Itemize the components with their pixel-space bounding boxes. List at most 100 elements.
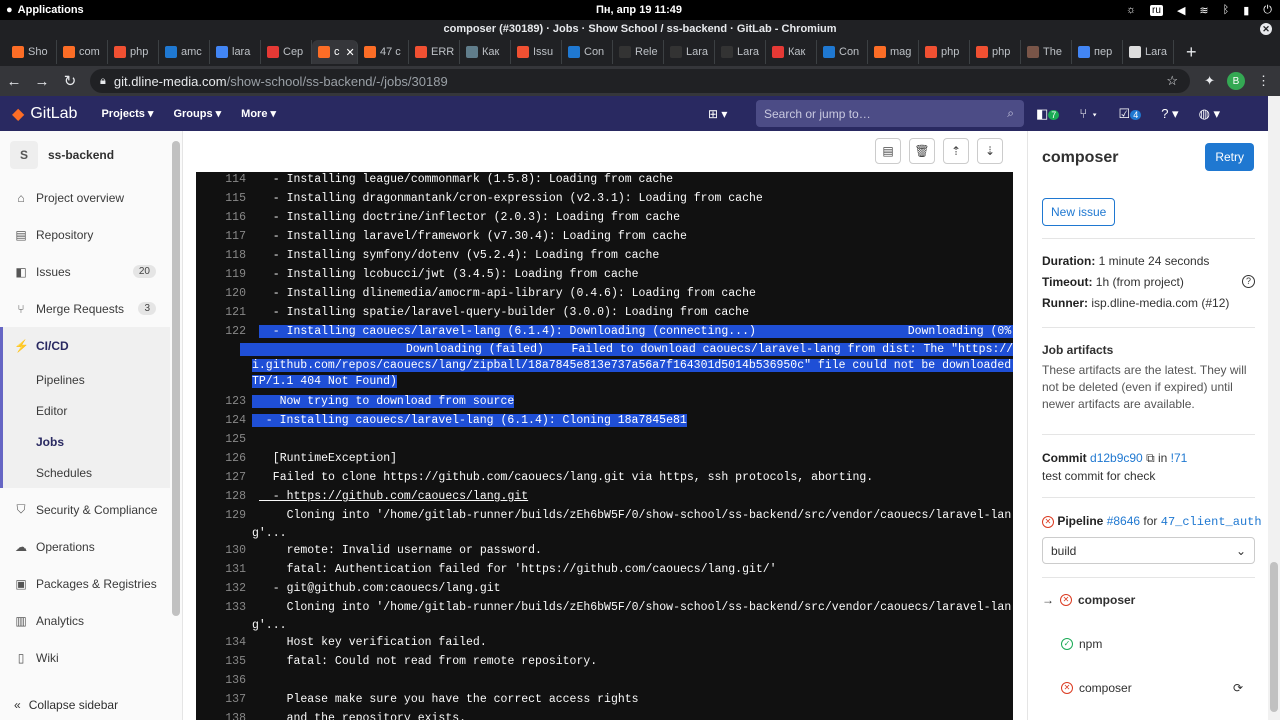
tab-label: c: [334, 46, 340, 58]
browser-tab[interactable]: php: [970, 40, 1021, 64]
pipeline-link[interactable]: #8646: [1107, 514, 1140, 528]
browser-tab[interactable]: Con: [817, 40, 868, 64]
new-issue-button[interactable]: New issue: [1042, 198, 1116, 226]
profile-avatar[interactable]: B: [1227, 72, 1245, 90]
job-item[interactable]: ✕ composer ⟳: [1042, 681, 1255, 695]
browser-tab[interactable]: lara: [210, 40, 261, 64]
browser-tab[interactable]: Issu: [511, 40, 562, 64]
sidebar-item-operations[interactable]: ☁ Operations: [0, 528, 170, 565]
projects-menu[interactable]: Projects ▾: [101, 107, 153, 120]
browser-tab[interactable]: The: [1021, 40, 1072, 64]
browser-tab[interactable]: Con: [562, 40, 613, 64]
job-log[interactable]: 114 - Installing league/commonmark (1.5.…: [196, 172, 1013, 720]
job-item[interactable]: ✓ npm: [1042, 637, 1255, 651]
browser-tab[interactable]: mag: [868, 40, 919, 64]
browser-tab[interactable]: Sho: [6, 40, 57, 64]
sidebar-item-label: Issues: [36, 264, 71, 279]
commit-sha-link[interactable]: d12b9c90: [1090, 451, 1143, 465]
keyboard-layout[interactable]: ru: [1150, 4, 1163, 16]
forward-icon[interactable]: →: [28, 73, 56, 90]
sidebar-item-repository[interactable]: ▤ Repository: [0, 216, 170, 253]
bluetooth-icon[interactable]: ᛒ: [1223, 4, 1230, 16]
more-menu[interactable]: More ▾: [241, 107, 276, 120]
merge-requests-shortcut[interactable]: ⑂ ▾: [1079, 106, 1098, 121]
tab-label: The: [1043, 46, 1062, 58]
browser-tab[interactable]: Rele: [613, 40, 664, 64]
retry-button[interactable]: Retry: [1205, 143, 1254, 171]
show-raw-button[interactable]: ▤: [875, 138, 901, 164]
brightness-icon[interactable]: ☼: [1126, 4, 1136, 16]
browser-tab[interactable]: amc: [159, 40, 210, 64]
clock[interactable]: Пн, апр 19 11:49: [596, 4, 682, 16]
sidebar-subitem-pipelines[interactable]: Pipelines: [0, 364, 170, 395]
log-text: Cloning into '/home/gitlab-runner/builds…: [259, 509, 1012, 522]
merge-request-link[interactable]: !71: [1171, 451, 1188, 465]
sidebar-item-issues[interactable]: ◧ Issues 20: [0, 253, 170, 290]
erase-log-button[interactable]: 🗑︎: [909, 138, 935, 164]
help-menu[interactable]: ? ▾: [1161, 106, 1178, 122]
sidebar-item-ci-cd[interactable]: ⚡ CI/CD: [0, 327, 170, 364]
sidebar-scrollbar[interactable]: [172, 141, 180, 616]
search-input[interactable]: Search or jump to… ⌕: [756, 100, 1024, 127]
copy-icon[interactable]: ⧉: [1146, 451, 1155, 465]
browser-tab[interactable]: Сер: [261, 40, 312, 64]
browser-tab[interactable]: Lara: [1123, 40, 1174, 64]
address-bar[interactable]: 🔒︎ git.dline-media.com/show-school/ss-ba…: [90, 69, 1190, 93]
browser-tab[interactable]: 47 с: [358, 40, 409, 64]
wifi-icon[interactable]: ≋: [1199, 4, 1208, 17]
browser-tab[interactable]: com: [57, 40, 108, 64]
job-item-current[interactable]: → ✕ composer: [1042, 593, 1255, 607]
todos-shortcut[interactable]: ☑ 4: [1119, 106, 1142, 122]
tab-close-icon[interactable]: ✕: [346, 46, 355, 59]
browser-tab[interactable]: c ✕: [312, 40, 358, 64]
sidebar-item-packages-registries[interactable]: ▣ Packages & Registries: [0, 565, 170, 602]
groups-menu[interactable]: Groups ▾: [173, 107, 221, 120]
scroll-top-button[interactable]: ⇡: [943, 138, 969, 164]
merge-request-icon: ⑂ ▾: [1079, 106, 1099, 121]
bookmark-star-icon[interactable]: ☆: [1166, 73, 1178, 89]
sidebar-item-security-compliance[interactable]: ⛉ Security & Compliance: [0, 491, 170, 528]
new-menu[interactable]: ⊞ ▾: [708, 107, 727, 121]
search-placeholder: Search or jump to…: [764, 106, 871, 121]
browser-menu-icon[interactable]: ⋮: [1257, 73, 1270, 89]
sidebar-subitem-jobs[interactable]: Jobs: [0, 426, 170, 457]
browser-tab[interactable]: пер: [1072, 40, 1123, 64]
browser-tab[interactable]: php: [919, 40, 970, 64]
issues-shortcut[interactable]: ◧ 7: [1036, 106, 1060, 122]
reload-icon[interactable]: ↻: [56, 72, 84, 90]
applications-menu[interactable]: ● Applications: [6, 4, 84, 16]
battery-icon[interactable]: ▮: [1243, 4, 1249, 17]
sidebar-project[interactable]: S ss-backend: [0, 131, 182, 179]
lock-icon: 🔒︎: [100, 74, 106, 87]
user-menu[interactable]: ◍ ▾: [1199, 106, 1220, 122]
branch-link[interactable]: 47_client_auth: [1161, 515, 1262, 529]
page-scrollbar[interactable]: [1268, 96, 1280, 720]
help-circle-icon[interactable]: ?: [1242, 275, 1255, 288]
collapse-sidebar-button[interactable]: « Collapse sidebar: [14, 698, 118, 712]
browser-tab[interactable]: ERR: [409, 40, 460, 64]
extensions-icon[interactable]: ✦: [1204, 73, 1215, 89]
sidebar-item-analytics[interactable]: ▥ Analytics: [0, 602, 170, 639]
volume-icon[interactable]: ◀: [1177, 4, 1185, 17]
sidebar-subitem-editor[interactable]: Editor: [0, 395, 170, 426]
sidebar-item-project-overview[interactable]: ⌂ Project overview: [0, 179, 170, 216]
new-tab-icon[interactable]: +: [1186, 42, 1197, 63]
sidebar-item-merge-requests[interactable]: ⑂ Merge Requests 3: [0, 290, 170, 327]
sidebar-item-wiki[interactable]: ▯ Wiki: [0, 639, 170, 676]
log-text: Please make sure you have the correct ac…: [259, 693, 639, 706]
gitlab-logo[interactable]: ◆ GitLab: [12, 104, 77, 124]
stage-select[interactable]: build ⌄: [1042, 537, 1255, 564]
window-close-icon[interactable]: ✕: [1260, 23, 1272, 35]
back-icon[interactable]: ←: [0, 73, 28, 90]
browser-tab[interactable]: Lara: [664, 40, 715, 64]
browser-tab[interactable]: php: [108, 40, 159, 64]
browser-tab[interactable]: Как: [460, 40, 511, 64]
retry-icon[interactable]: ⟳: [1233, 681, 1243, 695]
scroll-bottom-button[interactable]: ⇣: [977, 138, 1003, 164]
sidebar-subitem-schedules[interactable]: Schedules: [0, 457, 170, 488]
page-scrollbar-thumb[interactable]: [1270, 562, 1278, 712]
log-text: TP/1.1 404 Not Found): [252, 374, 397, 388]
browser-tab[interactable]: Lara: [715, 40, 766, 64]
browser-tab[interactable]: Как: [766, 40, 817, 64]
power-icon[interactable]: ⏻: [1263, 4, 1272, 17]
